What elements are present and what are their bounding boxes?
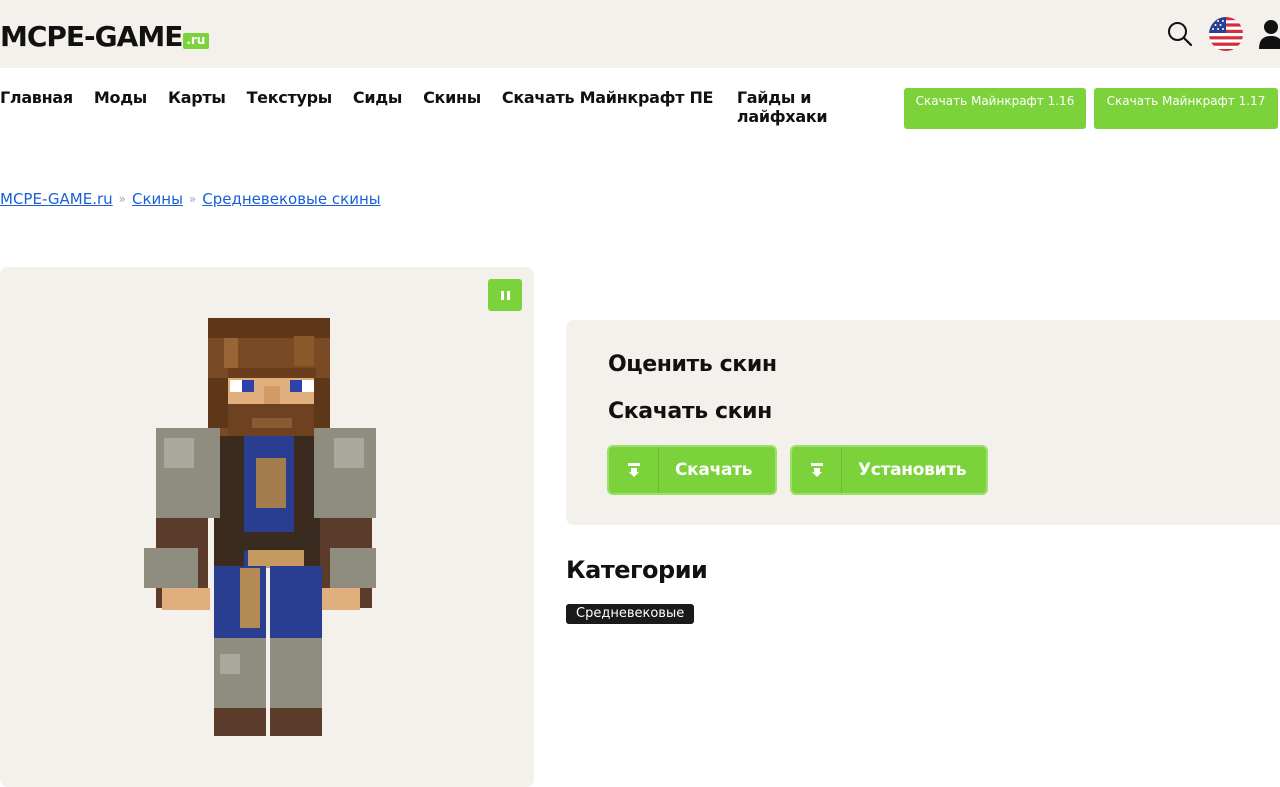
pause-icon — [500, 290, 510, 300]
categories-title: Категории — [566, 556, 708, 584]
main-nav: Главная Моды Карты Текстуры Сиды Скины С… — [0, 88, 857, 126]
nav-item-textures[interactable]: Текстуры — [247, 88, 333, 107]
nav-item-skins[interactable]: Скины — [423, 88, 481, 107]
logo-suffix: .ru — [183, 33, 210, 49]
logo-text: MCPE-GAME — [0, 20, 183, 53]
nav-item-home[interactable]: Главная — [0, 88, 73, 107]
view-count: 399 просмотров — [597, 270, 716, 286]
skin-3d-model[interactable] — [144, 318, 376, 738]
site-logo[interactable]: MCPE-GAME .ru — [0, 18, 210, 53]
nav-item-download-pe[interactable]: Скачать Майнкрафт ПЕ — [502, 88, 714, 107]
download-skin-label: Скачать — [675, 460, 753, 480]
breadcrumb-separator: » — [188, 192, 197, 206]
nav-item-seeds[interactable]: Сиды — [353, 88, 402, 107]
install-skin-button[interactable]: Установить — [790, 445, 988, 495]
download-skin-button[interactable]: Скачать — [607, 445, 777, 495]
install-icon — [792, 447, 842, 493]
pause-button[interactable] — [488, 279, 522, 311]
install-skin-label: Установить — [858, 460, 967, 480]
breadcrumb-medieval-link[interactable]: Средневековые скины — [202, 190, 380, 208]
nav-item-mods[interactable]: Моды — [94, 88, 147, 107]
download-117-button[interactable]: Скачать Майнкрафт 1.17 — [1094, 88, 1278, 129]
download-icon — [609, 447, 659, 493]
top-header: MCPE-GAME .ru — [0, 0, 1280, 68]
breadcrumb-home-link[interactable]: MCPE-GAME.ru — [0, 190, 113, 208]
download-title: Скачать скин — [608, 399, 772, 424]
nav-item-guides[interactable]: Гайды и лайфхаки — [737, 88, 857, 126]
download-116-button[interactable]: Скачать Майнкрафт 1.16 — [904, 88, 1086, 129]
nav-item-maps[interactable]: Карты — [168, 88, 226, 107]
breadcrumb-skins-link[interactable]: Скины — [132, 190, 183, 208]
category-tag[interactable]: Средневековые — [566, 604, 695, 624]
search-icon[interactable] — [1166, 20, 1194, 48]
rate-title: Оценить скин — [608, 352, 777, 377]
rate-download-panel: Оценить скин Скачать скин Скачать Устано… — [566, 320, 1280, 525]
header-icons — [1166, 14, 1280, 54]
skin-preview[interactable] — [0, 267, 534, 787]
breadcrumb: MCPE-GAME.ru » Скины » Средневековые ски… — [0, 190, 381, 208]
user-icon[interactable] — [1258, 19, 1280, 49]
breadcrumb-separator: » — [118, 192, 126, 206]
us-flag-icon[interactable] — [1208, 16, 1244, 52]
